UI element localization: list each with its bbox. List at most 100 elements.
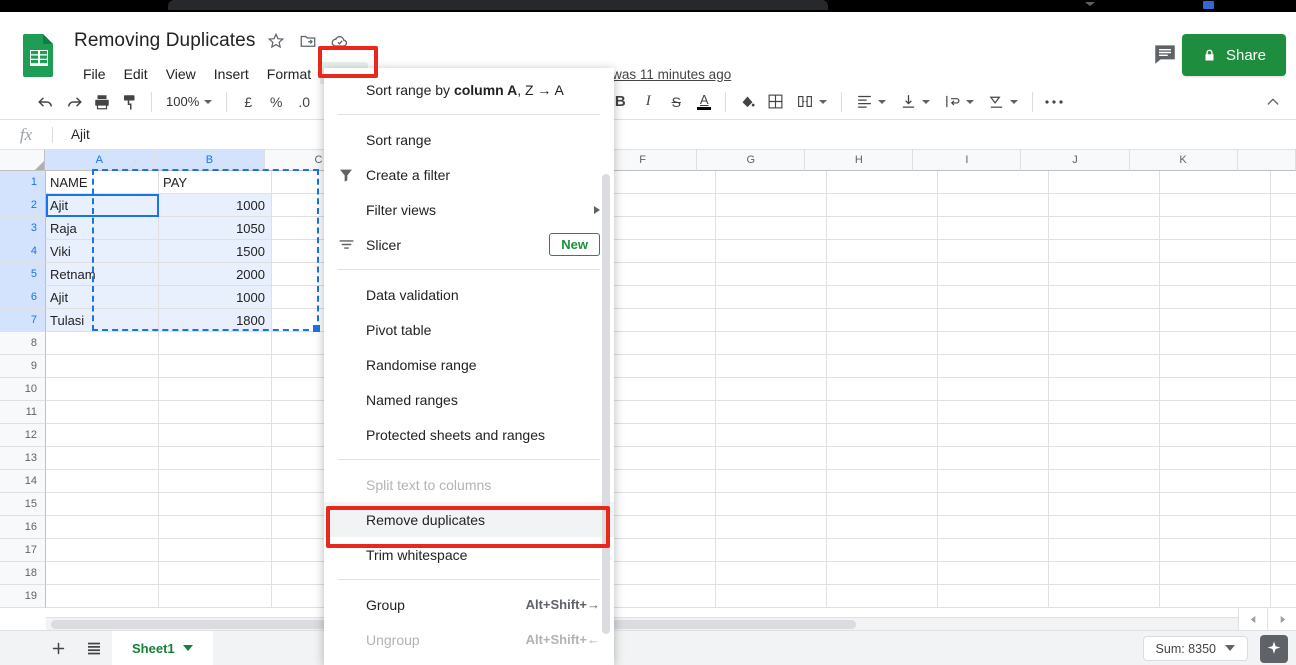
cell-G19[interactable]	[716, 585, 827, 608]
cell-K9[interactable]	[1160, 355, 1271, 378]
cell-F2[interactable]	[605, 194, 716, 217]
cell-K15[interactable]	[1160, 493, 1271, 516]
cell-I19[interactable]	[938, 585, 1049, 608]
cell-J11[interactable]	[1049, 401, 1160, 424]
print-icon[interactable]	[88, 88, 116, 116]
sum-status-chip[interactable]: Sum: 8350	[1142, 636, 1248, 661]
menu-scrollbar[interactable]	[602, 174, 610, 654]
cloud-saved-icon[interactable]	[329, 30, 351, 52]
row-header-15[interactable]: 15	[0, 493, 46, 516]
cell-L6[interactable]	[1271, 286, 1296, 309]
add-sheet-icon[interactable]	[40, 631, 76, 665]
undo-icon[interactable]	[32, 88, 60, 116]
cell-G16[interactable]	[716, 516, 827, 539]
cell-L17[interactable]	[1271, 539, 1296, 562]
cell-K14[interactable]	[1160, 470, 1271, 493]
cell-H17[interactable]	[827, 539, 938, 562]
cell-G15[interactable]	[716, 493, 827, 516]
column-header-H[interactable]: H	[805, 150, 914, 171]
cell-K16[interactable]	[1160, 516, 1271, 539]
cell-J2[interactable]	[1049, 194, 1160, 217]
all-sheets-icon[interactable]	[76, 631, 112, 665]
sheet-tab-sheet1[interactable]: Sheet1	[112, 630, 213, 665]
cell-A16[interactable]	[46, 516, 159, 539]
star-icon[interactable]	[265, 30, 287, 52]
menu-view[interactable]: View	[157, 62, 205, 86]
cell-F11[interactable]	[605, 401, 716, 424]
row-header-7[interactable]: 7	[0, 309, 46, 332]
cell-A4[interactable]: Viki	[46, 240, 159, 263]
cell-K13[interactable]	[1160, 447, 1271, 470]
cell-I8[interactable]	[938, 332, 1049, 355]
menu-edit[interactable]: Edit	[115, 62, 157, 86]
menu-item-trim-whitespace[interactable]: Trim whitespace	[324, 537, 614, 572]
horizontal-align-icon[interactable]	[849, 88, 893, 116]
column-header-J[interactable]: J	[1021, 150, 1130, 171]
cell-B11[interactable]	[159, 401, 272, 424]
cell-J6[interactable]	[1049, 286, 1160, 309]
cell-J10[interactable]	[1049, 378, 1160, 401]
select-all-corner[interactable]	[0, 150, 45, 171]
cell-I18[interactable]	[938, 562, 1049, 585]
decrease-decimal-button[interactable]: .0	[290, 88, 318, 116]
cell-A19[interactable]	[46, 585, 159, 608]
strikethrough-button[interactable]: S	[662, 88, 690, 116]
cell-B13[interactable]	[159, 447, 272, 470]
cell-I11[interactable]	[938, 401, 1049, 424]
cell-B12[interactable]	[159, 424, 272, 447]
cell-I14[interactable]	[938, 470, 1049, 493]
cell-I16[interactable]	[938, 516, 1049, 539]
cell-H19[interactable]	[827, 585, 938, 608]
cell-A8[interactable]	[46, 332, 159, 355]
menu-item-sort-range[interactable]: Sort range	[324, 122, 614, 157]
menu-item-filter-views[interactable]: Filter views	[324, 192, 614, 227]
cell-L7[interactable]	[1271, 309, 1296, 332]
cell-I6[interactable]	[938, 286, 1049, 309]
cell-L14[interactable]	[1271, 470, 1296, 493]
cell-I2[interactable]	[938, 194, 1049, 217]
cell-G14[interactable]	[716, 470, 827, 493]
cell-I15[interactable]	[938, 493, 1049, 516]
row-header-6[interactable]: 6	[0, 286, 46, 309]
row-header-18[interactable]: 18	[0, 562, 46, 585]
cell-B5[interactable]: 2000	[159, 263, 272, 286]
cell-K2[interactable]	[1160, 194, 1271, 217]
menu-item-create-a-filter[interactable]: Create a filter	[324, 157, 614, 192]
cell-L1[interactable]	[1271, 171, 1296, 194]
menu-item-protected-sheets-and-ranges[interactable]: Protected sheets and ranges	[324, 417, 614, 452]
cell-I10[interactable]	[938, 378, 1049, 401]
menu-insert[interactable]: Insert	[205, 62, 258, 86]
column-header-I[interactable]: I	[913, 150, 1022, 171]
cell-G8[interactable]	[716, 332, 827, 355]
horizontal-scrollbar[interactable]	[46, 617, 1238, 630]
cell-H3[interactable]	[827, 217, 938, 240]
cell-F18[interactable]	[605, 562, 716, 585]
cell-B4[interactable]: 1500	[159, 240, 272, 263]
cell-A11[interactable]	[46, 401, 159, 424]
cell-H13[interactable]	[827, 447, 938, 470]
cell-L9[interactable]	[1271, 355, 1296, 378]
cell-G12[interactable]	[716, 424, 827, 447]
cell-I3[interactable]	[938, 217, 1049, 240]
cell-K1[interactable]	[1160, 171, 1271, 194]
menu-item-randomise-range[interactable]: Randomise range	[324, 347, 614, 382]
cell-H8[interactable]	[827, 332, 938, 355]
cell-K8[interactable]	[1160, 332, 1271, 355]
row-header-17[interactable]: 17	[0, 539, 46, 562]
cell-B19[interactable]	[159, 585, 272, 608]
cell-A10[interactable]	[46, 378, 159, 401]
cell-L10[interactable]	[1271, 378, 1296, 401]
row-header-5[interactable]: 5	[0, 263, 46, 286]
cell-G9[interactable]	[716, 355, 827, 378]
cell-A2[interactable]: Ajit	[46, 194, 159, 217]
cell-J19[interactable]	[1049, 585, 1160, 608]
cell-F5[interactable]	[605, 263, 716, 286]
cell-A13[interactable]	[46, 447, 159, 470]
cell-J7[interactable]	[1049, 309, 1160, 332]
chevron-down-icon[interactable]	[182, 644, 193, 652]
cell-K3[interactable]	[1160, 217, 1271, 240]
row-header-12[interactable]: 12	[0, 424, 46, 447]
chevron-down-icon[interactable]	[1085, 2, 1095, 6]
cell-K12[interactable]	[1160, 424, 1271, 447]
cell-L19[interactable]	[1271, 585, 1296, 608]
